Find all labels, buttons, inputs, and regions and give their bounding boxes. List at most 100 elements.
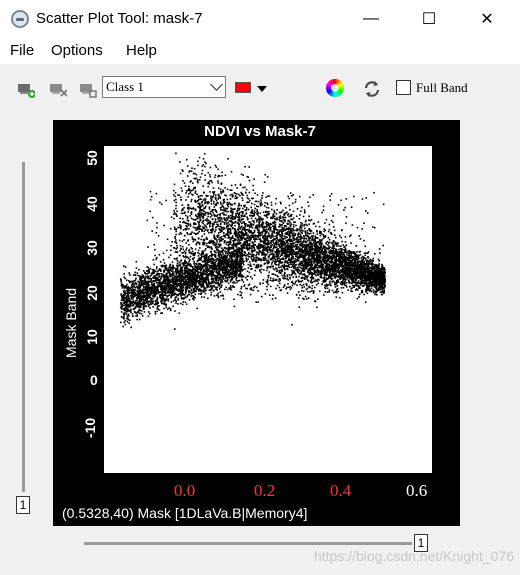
scatter-point bbox=[289, 232, 291, 234]
scatter-point bbox=[292, 232, 295, 234]
scatter-point bbox=[334, 241, 337, 244]
scatter-canvas[interactable] bbox=[104, 141, 432, 473]
maximize-button[interactable]: ☐ bbox=[406, 0, 452, 38]
scatter-point bbox=[188, 228, 190, 230]
scatter-point bbox=[186, 165, 189, 167]
scatter-point bbox=[250, 202, 253, 205]
plot-area[interactable] bbox=[104, 141, 432, 473]
scatter-point bbox=[191, 193, 193, 196]
scatter-point bbox=[182, 180, 184, 182]
scatter-point bbox=[195, 243, 198, 246]
scatter-point bbox=[189, 225, 192, 227]
scatter-point bbox=[325, 247, 327, 249]
scatter-point bbox=[307, 269, 310, 271]
scatter-point bbox=[262, 279, 265, 281]
delete-class-icon[interactable] bbox=[49, 82, 67, 98]
color-wheel-icon[interactable] bbox=[326, 79, 344, 97]
menu-file[interactable]: File bbox=[10, 42, 34, 59]
scatter-point bbox=[280, 241, 282, 243]
scatter-point bbox=[221, 175, 223, 177]
scatter-point bbox=[360, 284, 362, 286]
scatter-point bbox=[310, 258, 313, 260]
scatter-point bbox=[342, 253, 344, 256]
scatter-point bbox=[202, 185, 204, 187]
minimize-button[interactable]: — bbox=[348, 0, 394, 38]
scatter-point bbox=[263, 181, 266, 183]
scatter-point bbox=[315, 254, 317, 256]
scatter-point bbox=[379, 273, 382, 275]
scatter-point bbox=[247, 253, 250, 255]
class-select[interactable]: Class 1 bbox=[102, 76, 226, 98]
scatter-point bbox=[180, 212, 183, 215]
scatter-point bbox=[371, 269, 373, 272]
scatter-point bbox=[208, 183, 211, 185]
scatter-point bbox=[211, 181, 213, 184]
scatter-point bbox=[372, 267, 375, 270]
scatter-point bbox=[181, 208, 184, 211]
scatter-point bbox=[292, 202, 294, 205]
scatter-point bbox=[234, 229, 237, 232]
scatter-point bbox=[217, 180, 219, 182]
scatter-point bbox=[252, 184, 254, 187]
add-class-icon[interactable] bbox=[17, 82, 35, 98]
scatter-point bbox=[270, 216, 273, 219]
scatter-point bbox=[203, 153, 206, 155]
scatter-point bbox=[227, 235, 230, 238]
scatter-point bbox=[295, 241, 297, 243]
class-color-swatch[interactable] bbox=[235, 82, 251, 93]
scatter-point bbox=[347, 259, 350, 262]
scatter-point bbox=[326, 256, 328, 259]
scatter-point bbox=[248, 271, 251, 274]
scatter-point bbox=[268, 227, 271, 230]
scatter-point bbox=[310, 243, 312, 245]
export-class-icon[interactable] bbox=[79, 82, 97, 98]
scatter-point bbox=[272, 273, 275, 275]
scatter-point bbox=[355, 245, 357, 247]
scatter-point bbox=[181, 204, 184, 206]
scatter-point bbox=[226, 228, 229, 231]
scatter-point bbox=[242, 258, 244, 260]
scatter-point bbox=[338, 267, 340, 270]
scatter-point bbox=[295, 252, 297, 254]
close-button[interactable]: ✕ bbox=[464, 0, 510, 38]
scatter-point bbox=[350, 262, 352, 264]
scatter-point bbox=[289, 260, 292, 262]
scatter-point bbox=[310, 261, 312, 263]
scatter-point bbox=[264, 293, 267, 295]
scatter-point bbox=[284, 220, 286, 222]
scatter-point bbox=[361, 264, 364, 266]
scatter-point bbox=[246, 218, 249, 221]
scatter-point bbox=[193, 218, 196, 221]
scatter-point bbox=[266, 239, 269, 241]
scatter-point bbox=[247, 208, 250, 211]
scatter-point bbox=[245, 258, 248, 261]
scatter-point bbox=[345, 264, 347, 266]
scatter-point bbox=[378, 260, 381, 262]
scatter-point bbox=[240, 204, 242, 207]
scatter-point bbox=[269, 279, 272, 282]
scatter-point bbox=[291, 240, 294, 243]
scatter-point bbox=[242, 186, 244, 189]
scatter-point bbox=[178, 194, 180, 196]
scatter-point bbox=[268, 235, 270, 237]
scatter-point bbox=[297, 257, 299, 260]
menu-options[interactable]: Options bbox=[51, 42, 103, 59]
scatter-point bbox=[220, 182, 223, 184]
scatter-point bbox=[346, 275, 348, 278]
scatter-point bbox=[328, 238, 331, 241]
scatter-point bbox=[208, 208, 211, 210]
scatter-point bbox=[311, 287, 313, 290]
full-band-checkbox[interactable] bbox=[396, 80, 411, 95]
class-select-value: Class 1 bbox=[106, 79, 144, 94]
menu-help[interactable]: Help bbox=[126, 42, 157, 59]
scatter-point bbox=[185, 255, 187, 257]
scatter-point bbox=[359, 250, 361, 253]
refresh-icon[interactable] bbox=[362, 79, 382, 99]
scatter-point bbox=[303, 235, 305, 237]
scatter-point bbox=[178, 239, 181, 242]
scatter-point bbox=[196, 227, 198, 229]
scatter-point bbox=[266, 288, 268, 291]
scatter-point bbox=[236, 228, 239, 231]
scatter-point bbox=[189, 223, 192, 225]
color-dropdown-icon[interactable] bbox=[257, 86, 267, 92]
